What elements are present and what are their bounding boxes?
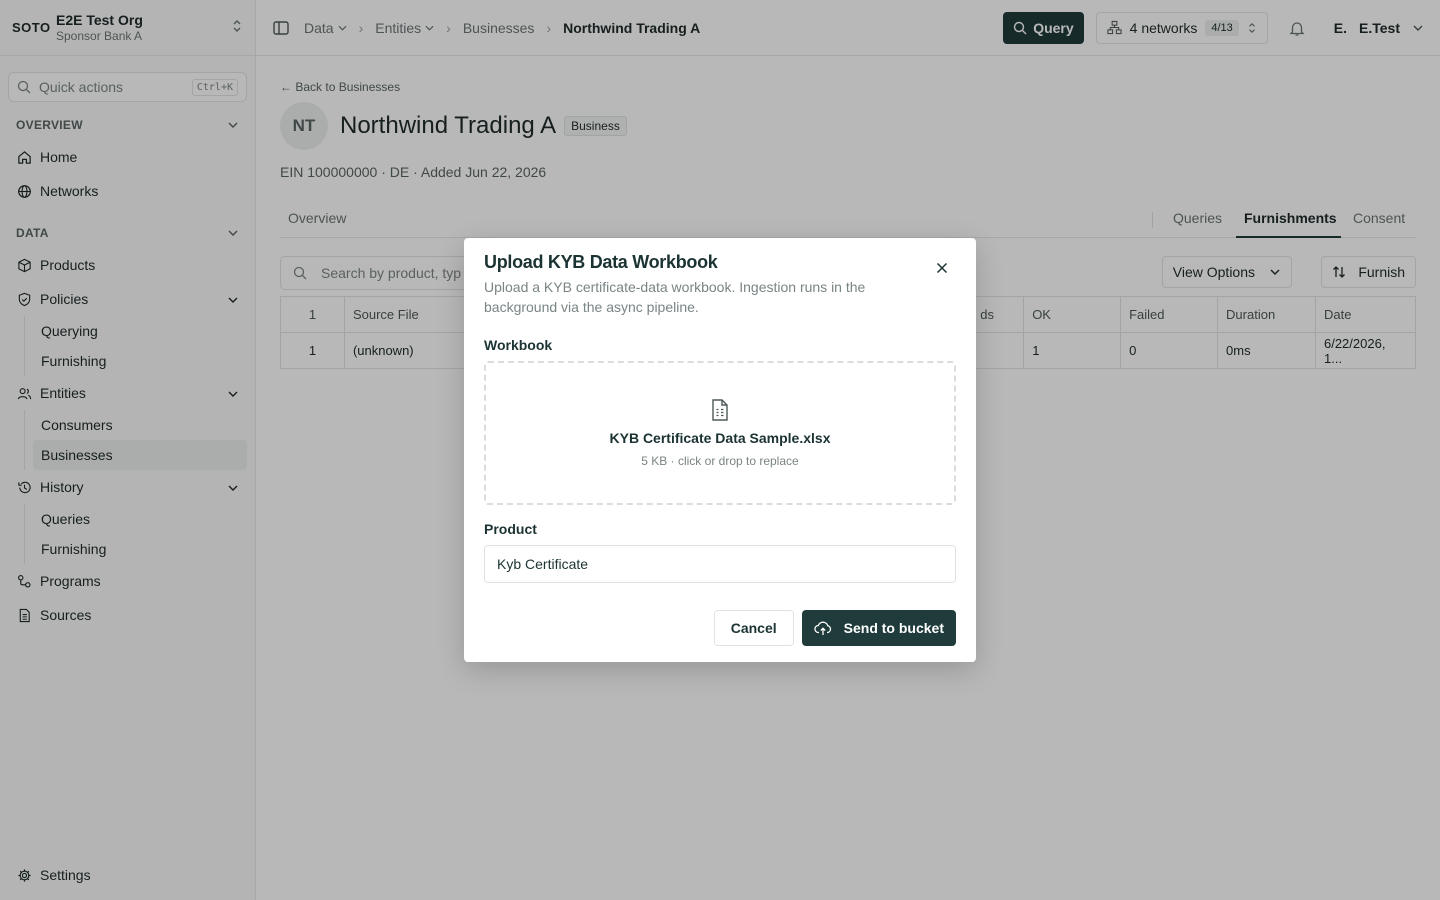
product-label: Product	[484, 521, 537, 537]
selected-file-name: KYB Certificate Data Sample.xlsx	[609, 430, 831, 446]
file-dropzone[interactable]: KYB Certificate Data Sample.xlsx 5 KB · …	[484, 361, 956, 505]
cancel-button[interactable]: Cancel	[713, 610, 794, 646]
workbook-label: Workbook	[484, 337, 553, 353]
dialog-title: Upload KYB Data Workbook	[484, 252, 718, 272]
dialog-description: Upload a KYB certificate-data workbook. …	[484, 279, 866, 315]
selected-file-meta: 5 KB · click or drop to replace	[641, 454, 799, 468]
spreadsheet-file-icon	[709, 398, 731, 422]
send-to-bucket-button[interactable]: Send to bucket	[801, 610, 956, 646]
cloud-upload-icon	[813, 620, 832, 636]
product-field-value: Kyb Certificate	[497, 556, 589, 572]
send-button-label: Send to bucket	[843, 620, 944, 636]
close-icon[interactable]	[934, 260, 950, 276]
upload-dialog: Upload KYB Data Workbook Upload a KYB ce…	[464, 238, 976, 662]
product-field[interactable]: Kyb Certificate	[484, 545, 956, 583]
